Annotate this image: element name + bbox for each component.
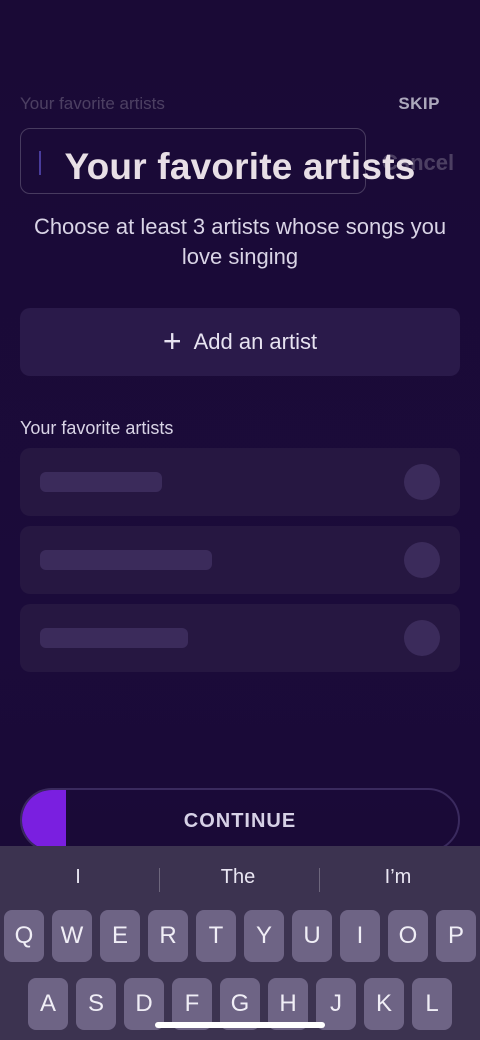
suggestion-divider: [159, 868, 160, 892]
artist-name-placeholder: [40, 550, 212, 570]
add-artist-button[interactable]: + Add an artist: [20, 308, 460, 376]
suggestion-2[interactable]: The: [178, 866, 298, 889]
artist-selection-circle[interactable]: [404, 542, 440, 578]
key-k[interactable]: K: [364, 978, 404, 1030]
artist-row-1[interactable]: [20, 448, 460, 516]
key-q[interactable]: Q: [4, 910, 44, 962]
home-indicator: [155, 1022, 325, 1028]
page-title: Your favorite artists: [64, 146, 416, 187]
suggestion-1[interactable]: I: [18, 866, 138, 889]
key-p[interactable]: P: [436, 910, 476, 962]
artist-name-placeholder: [40, 472, 162, 492]
keyboard: I The I’m Q W E R T Y U I O P A S D F G …: [0, 846, 480, 1040]
artist-selection-circle[interactable]: [404, 620, 440, 656]
add-artist-label: Add an artist: [193, 329, 318, 354]
key-e[interactable]: E: [100, 910, 140, 962]
artist-selection-circle[interactable]: [404, 464, 440, 500]
artist-name-placeholder: [40, 628, 188, 648]
page-subtitle: Choose at least 3 artists whose songs yo…: [33, 214, 447, 269]
continue-label: CONTINUE: [183, 810, 297, 832]
key-r[interactable]: R: [148, 910, 188, 962]
key-i[interactable]: I: [340, 910, 380, 962]
key-w[interactable]: W: [52, 910, 92, 962]
favorite-artists-label: Your favorite artists: [20, 418, 174, 438]
key-t[interactable]: T: [196, 910, 236, 962]
artist-row-2[interactable]: [20, 526, 460, 594]
key-l[interactable]: L: [412, 978, 452, 1030]
key-u[interactable]: U: [292, 910, 332, 962]
skip-button[interactable]: SKIP: [398, 94, 440, 114]
continue-button[interactable]: CONTINUE: [20, 788, 460, 852]
key-y[interactable]: Y: [244, 910, 284, 962]
suggestion-divider: [319, 868, 320, 892]
key-s[interactable]: S: [76, 978, 116, 1030]
artist-row-3[interactable]: [20, 604, 460, 672]
faded-header-title: Your favorite artists: [20, 94, 165, 113]
suggestion-3[interactable]: I’m: [338, 866, 458, 889]
key-a[interactable]: A: [28, 978, 68, 1030]
key-o[interactable]: O: [388, 910, 428, 962]
keyboard-suggestions: I The I’m: [0, 856, 480, 900]
plus-icon: +: [162, 323, 182, 359]
